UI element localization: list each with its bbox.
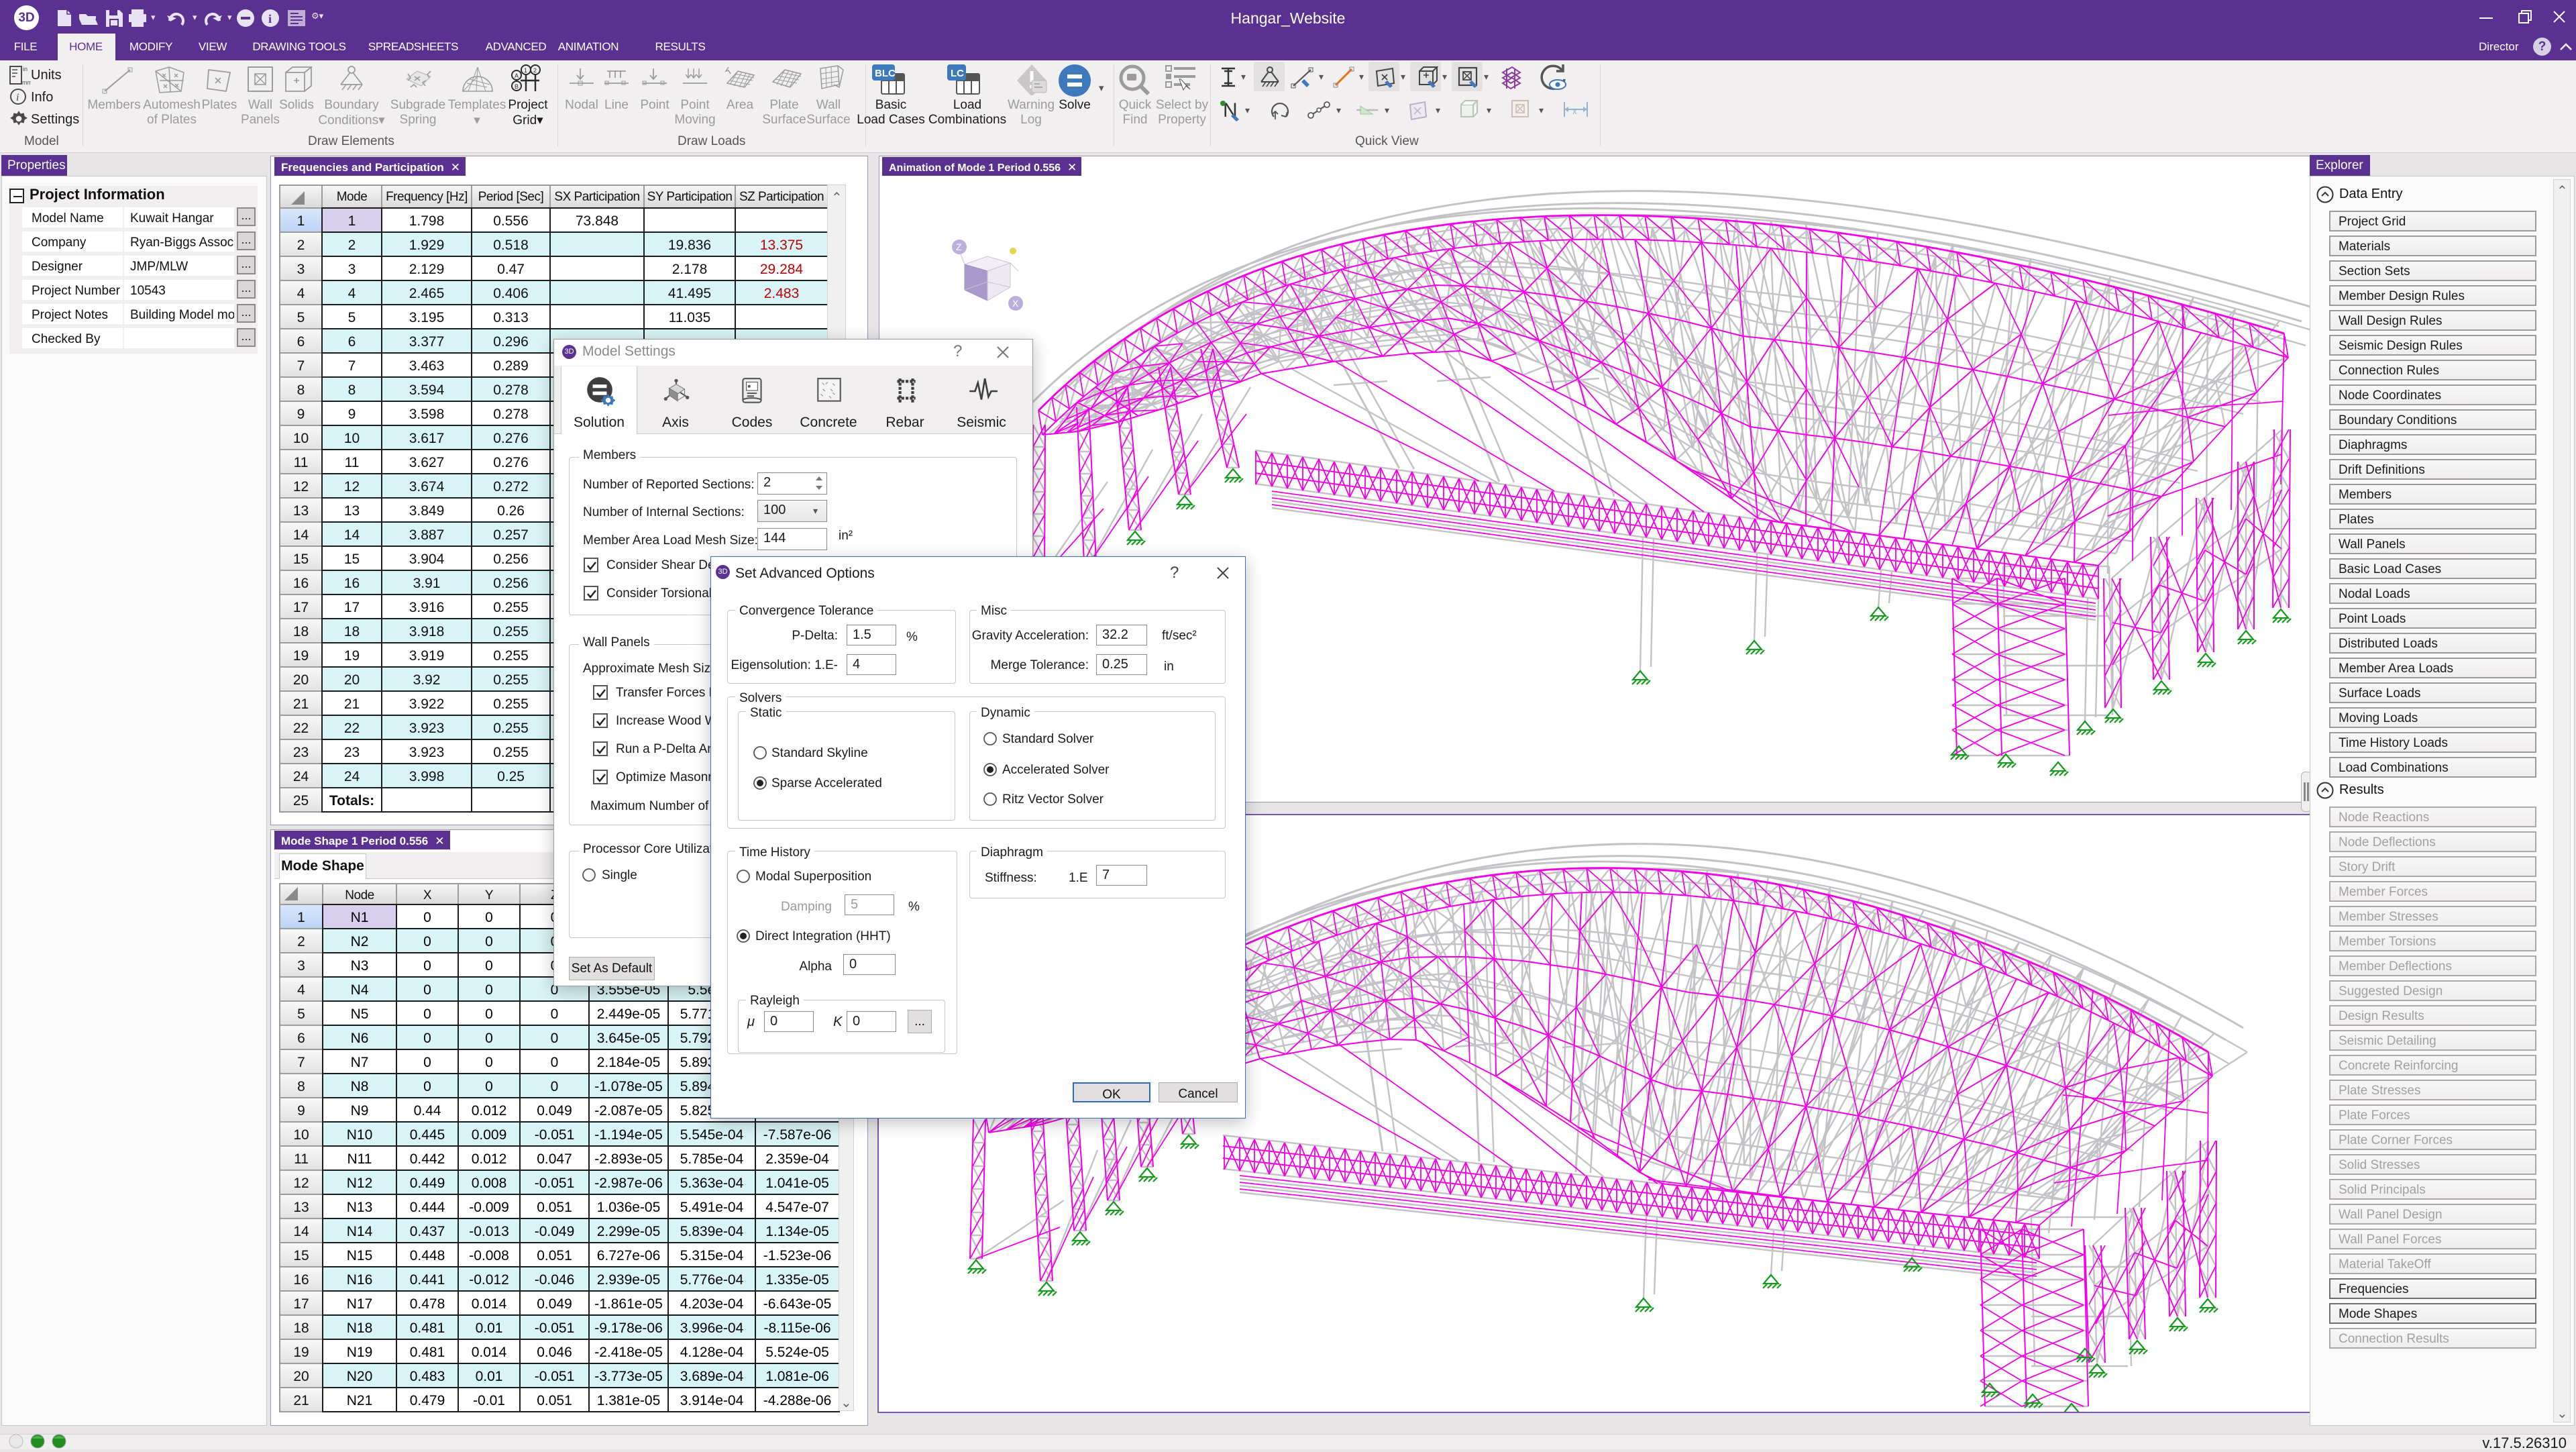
svg-text:BLC: BLC xyxy=(875,68,896,79)
svg-text:1: 1 xyxy=(524,67,527,74)
svg-text:2: 2 xyxy=(533,67,537,74)
svg-text:B: B xyxy=(515,83,519,90)
svg-text:in: in xyxy=(23,66,28,72)
svg-text:x: x xyxy=(1572,106,1577,116)
svg-text:A: A xyxy=(515,72,519,79)
svg-text:i: i xyxy=(16,92,19,103)
svg-text:LC: LC xyxy=(951,68,964,79)
svg-text:mm: mm xyxy=(22,79,31,86)
